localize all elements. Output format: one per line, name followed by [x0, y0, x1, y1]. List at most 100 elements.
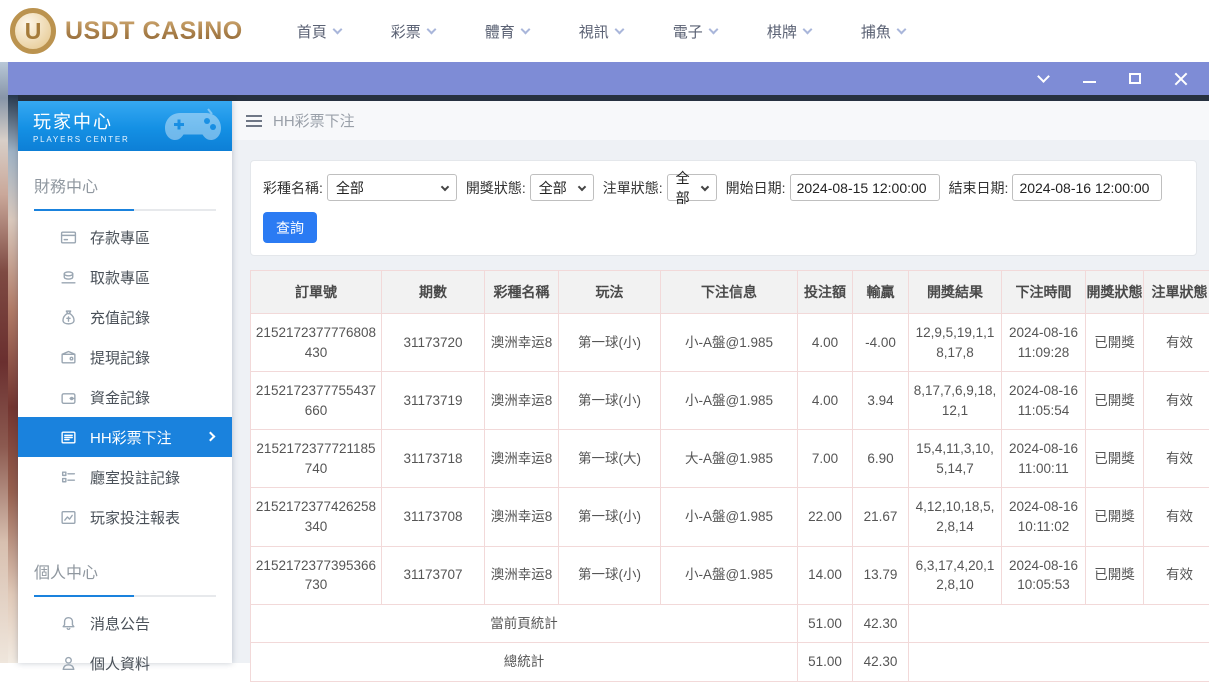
sidebar-header: 玩家中心 PLAYERS CENTER: [18, 101, 232, 151]
top-navigation-bar: U USDT CASINO 首頁 彩票 體育 視訊 電子 棋牌 捕魚: [0, 0, 1209, 62]
lottery-type-select[interactable]: 全部: [327, 174, 457, 201]
desktop-background-strip: [0, 62, 8, 663]
table-cell: 2024-08-16 11:05:54: [1002, 372, 1086, 430]
query-button[interactable]: 查詢: [263, 212, 317, 243]
table-cell: 澳洲幸运8: [485, 430, 559, 488]
start-date-input[interactable]: [790, 174, 940, 201]
sidebar-section-heading: 個人中心: [34, 559, 216, 583]
table-cell: 13.79: [853, 546, 909, 604]
end-date-input[interactable]: [1012, 174, 1162, 201]
sidebar-item-room-bet-records[interactable]: 廳室投註記錄: [18, 457, 232, 497]
withdraw-area-icon: [60, 269, 77, 286]
sidebar-item-label: 提現記錄: [90, 347, 150, 368]
table-header-row: 訂單號期數彩種名稱玩法下注信息投注額輸贏開獎結果下注時間開獎狀態注單狀態: [251, 271, 1209, 314]
sidebar-item-deposit-area[interactable]: 存款專區: [18, 217, 232, 257]
sidebar-section: 財務中心 存款專區 取款專區 充值記錄 提現記錄 資金記錄 HH彩票下注: [18, 173, 232, 537]
gamepad-icon: [162, 107, 224, 147]
recharge-records-icon: [60, 309, 77, 326]
page-title: HH彩票下注: [273, 110, 355, 131]
chevron-down-icon: [520, 24, 530, 34]
bets-table: 訂單號期數彩種名稱玩法下注信息投注額輸贏開獎結果下注時間開獎狀態注單狀態 215…: [250, 270, 1209, 682]
sidebar-item-player-bet-report[interactable]: 玩家投注報表: [18, 497, 232, 537]
table-cell: 2024-08-16 11:00:11: [1002, 430, 1086, 488]
table-header-cell: 投注額: [798, 271, 853, 314]
table-cell: 2152172377721185740: [251, 430, 382, 488]
summary-bet-total: 51.00: [798, 604, 853, 643]
start-date-label: 開始日期:: [726, 178, 786, 198]
sidebar-item-withdrawal-records[interactable]: 提現記錄: [18, 337, 232, 377]
table-cell: 已開獎: [1086, 488, 1144, 546]
nav-item-board-games[interactable]: 棋牌: [767, 21, 811, 42]
table-cell: 12,9,5,19,1,18,17,8: [909, 314, 1002, 372]
sidebar-item-hh-lottery-bets[interactable]: HH彩票下注: [18, 417, 232, 457]
nav-item-lottery[interactable]: 彩票: [391, 21, 435, 42]
table-cell: 7.00: [798, 430, 853, 488]
table-cell: 3.94: [853, 372, 909, 430]
summary-bet-total: 51.00: [798, 643, 853, 682]
window-close-button[interactable]: [1173, 71, 1189, 87]
table-cell: 31173718: [382, 430, 485, 488]
summary-label: 當前頁統計: [251, 604, 798, 643]
table-header-cell: 期數: [382, 271, 485, 314]
sidebar-item-label: 個人資料: [90, 653, 150, 674]
main-content: HH彩票下注 彩種名稱: 全部 開獎狀態: 全部 注單狀態:: [232, 101, 1209, 663]
withdrawal-records-icon: [60, 349, 77, 366]
table-cell: 小-A盤@1.985: [661, 488, 798, 546]
nav-item-sports[interactable]: 體育: [485, 21, 529, 42]
sidebar-item-withdraw-area[interactable]: 取款專區: [18, 257, 232, 297]
sidebar-item-recharge-records[interactable]: 充值記錄: [18, 297, 232, 337]
nav-item-label: 視訊: [579, 21, 609, 42]
sidebar-item-announcements[interactable]: 消息公告: [18, 603, 232, 643]
sidebar-item-label: 玩家投注報表: [90, 507, 180, 528]
table-cell: 2152172377755437660: [251, 372, 382, 430]
table-cell: 澳洲幸运8: [485, 546, 559, 604]
table-row: 215217237739536673031173707澳洲幸运8第一球(小)小-…: [251, 546, 1209, 604]
table-cell: 2024-08-16 10:11:02: [1002, 488, 1086, 546]
table-cell: 15,4,11,3,10,5,14,7: [909, 430, 1002, 488]
table-cell: 4.00: [798, 314, 853, 372]
window-minimize-button[interactable]: [1081, 71, 1097, 87]
draw-status-value: 全部: [539, 178, 567, 198]
window-maximize-button[interactable]: [1127, 71, 1143, 87]
nav-item-home[interactable]: 首頁: [297, 21, 341, 42]
hamburger-menu-icon[interactable]: [246, 115, 262, 127]
sidebar-item-profile[interactable]: 個人資料: [18, 643, 232, 683]
nav-item-label: 電子: [673, 21, 703, 42]
table-cell: 2024-08-16 10:05:53: [1002, 546, 1086, 604]
nav-item-live-video[interactable]: 視訊: [579, 21, 623, 42]
app-window-body: 玩家中心 PLAYERS CENTER 財務中心 存款專區 取款專區 充值記錄: [8, 95, 1209, 663]
window-collapse-button[interactable]: [1035, 71, 1051, 87]
sidebar-item-funds-records[interactable]: 資金記錄: [18, 377, 232, 417]
table-cell: 小-A盤@1.985: [661, 546, 798, 604]
hh-lottery-bets-icon: [60, 429, 77, 446]
nav-item-fishing[interactable]: 捕魚: [861, 21, 905, 42]
table-row: 215217237775543766031173719澳洲幸运8第一球(小)小-…: [251, 372, 1209, 430]
nav-item-slots[interactable]: 電子: [673, 21, 717, 42]
summary-win-loss-total: 42.30: [853, 604, 909, 643]
maximize-icon: [1129, 73, 1141, 84]
table-cell: 已開獎: [1086, 430, 1144, 488]
lottery-type-label: 彩種名稱:: [263, 178, 323, 198]
table-cell: 小-A盤@1.985: [661, 372, 798, 430]
table-cell: -4.00: [853, 314, 909, 372]
sidebar-section-divider: [34, 209, 216, 211]
nav-item-label: 捕魚: [861, 21, 891, 42]
draw-status-select[interactable]: 全部: [530, 174, 594, 201]
player-bet-report-icon: [60, 509, 77, 526]
brand-logo-icon: U: [10, 8, 56, 54]
table-cell: 澳洲幸运8: [485, 314, 559, 372]
table-cell: 已開獎: [1086, 314, 1144, 372]
table-header-cell: 下注信息: [661, 271, 798, 314]
order-status-select[interactable]: 全部: [667, 174, 717, 201]
table-cell: 已開獎: [1086, 372, 1144, 430]
profile-icon: [60, 655, 77, 672]
table-cell: 6,3,17,4,20,12,8,10: [909, 546, 1002, 604]
table-row: 215217237742625834031173708澳洲幸运8第一球(小)小-…: [251, 488, 1209, 546]
table-cell: 澳洲幸运8: [485, 372, 559, 430]
table-header-cell: 開獎狀態: [1086, 271, 1144, 314]
chevron-down-icon: [578, 182, 586, 190]
brand-logo[interactable]: U USDT CASINO: [10, 8, 243, 54]
table-cell: 第一球(小): [559, 372, 661, 430]
chevron-down-icon: [614, 24, 624, 34]
chevron-right-icon: [206, 432, 216, 442]
